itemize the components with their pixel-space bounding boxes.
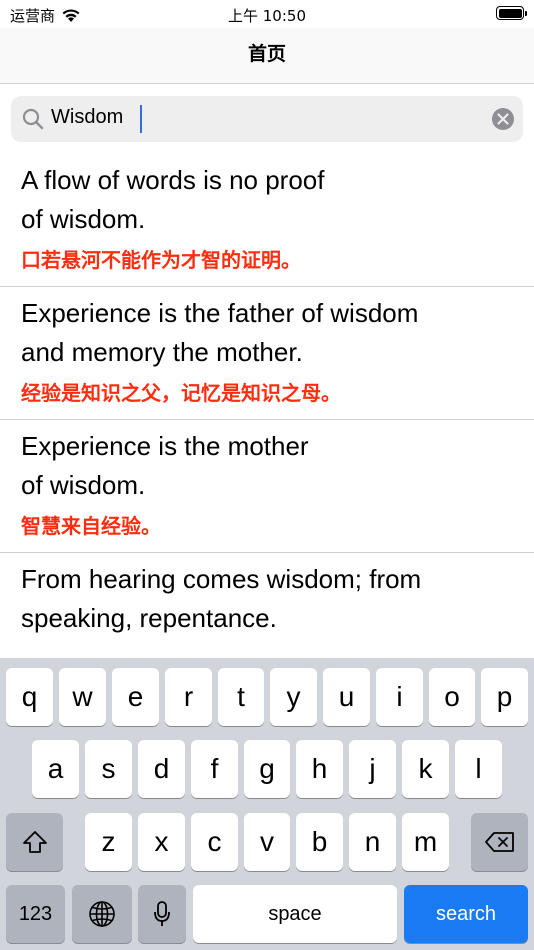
quote-chinese: 口若悬河不能作为才智的证明。 (21, 248, 301, 272)
quote-english: A flow of words is no proof of wisdom. (21, 165, 325, 234)
key-d[interactable]: d (138, 740, 185, 798)
key-i[interactable]: i (376, 668, 423, 726)
key-l[interactable]: l (455, 740, 502, 798)
list-item[interactable]: A flow of words is no proof of wisdom. 口… (0, 154, 534, 287)
quote-english: From hearing comes wisdom; from speaking… (21, 564, 422, 633)
quote-english: Experience is the mother of wisdom. (21, 431, 309, 500)
close-icon (497, 113, 509, 125)
key-j[interactable]: j (349, 740, 396, 798)
dictation-key[interactable] (138, 885, 186, 943)
key-b[interactable]: b (296, 813, 343, 871)
key-w[interactable]: w (59, 668, 106, 726)
shift-key[interactable] (6, 813, 63, 871)
key-f[interactable]: f (191, 740, 238, 798)
key-v[interactable]: v (244, 813, 290, 871)
search-input[interactable]: Wisdom (11, 96, 523, 142)
key-k[interactable]: k (402, 740, 449, 798)
quote-chinese (21, 638, 513, 655)
quote-english: Experience is the father of wisdom and m… (21, 298, 419, 367)
search-bar: Wisdom (0, 84, 534, 154)
backspace-icon (484, 832, 514, 852)
backspace-key[interactable] (471, 813, 528, 871)
space-key[interactable]: space (193, 885, 397, 943)
quote-chinese: 经验是知识之父，记忆是知识之母。 (21, 381, 341, 405)
battery-fill (498, 8, 522, 18)
text-caret (140, 105, 142, 133)
key-e[interactable]: e (112, 668, 159, 726)
page-title: 首页 (247, 43, 286, 65)
key-t[interactable]: t (218, 668, 264, 726)
key-g[interactable]: g (244, 740, 290, 798)
list-item[interactable]: Experience is the father of wisdom and m… (0, 287, 534, 420)
clear-search-button[interactable] (492, 108, 514, 130)
key-h[interactable]: h (296, 740, 343, 798)
globe-icon (89, 901, 115, 927)
key-p[interactable]: p (481, 668, 528, 726)
key-q[interactable]: q (6, 668, 53, 726)
results-list[interactable]: A flow of words is no proof of wisdom. 口… (0, 154, 534, 658)
battery-icon (496, 6, 527, 20)
keyboard: q w e r t y u i o p a s d f g h j k l z … (0, 658, 534, 950)
key-z[interactable]: z (85, 813, 132, 871)
numbers-key[interactable]: 123 (6, 885, 65, 943)
key-r[interactable]: r (165, 668, 212, 726)
key-x[interactable]: x (138, 813, 185, 871)
key-s[interactable]: s (85, 740, 132, 798)
key-a[interactable]: a (32, 740, 79, 798)
status-bar: 运营商 上午 10:50 (0, 0, 534, 28)
key-n[interactable]: n (349, 813, 396, 871)
list-item[interactable]: Experience is the mother of wisdom. 智慧来自… (0, 420, 534, 553)
shift-icon (22, 831, 47, 853)
microphone-icon (154, 901, 170, 926)
key-m[interactable]: m (402, 813, 449, 871)
list-item[interactable]: From hearing comes wisdom; from speaking… (0, 553, 534, 655)
key-u[interactable]: u (323, 668, 370, 726)
key-c[interactable]: c (191, 813, 238, 871)
globe-key[interactable] (72, 885, 132, 943)
search-input-value: Wisdom (51, 106, 124, 128)
search-key[interactable]: search (404, 885, 528, 943)
nav-bar: 首页 (0, 28, 534, 84)
search-icon (22, 108, 44, 130)
key-o[interactable]: o (429, 668, 475, 726)
key-y[interactable]: y (270, 668, 317, 726)
status-time: 上午 10:50 (228, 7, 306, 25)
quote-chinese: 智慧来自经验。 (21, 514, 161, 538)
